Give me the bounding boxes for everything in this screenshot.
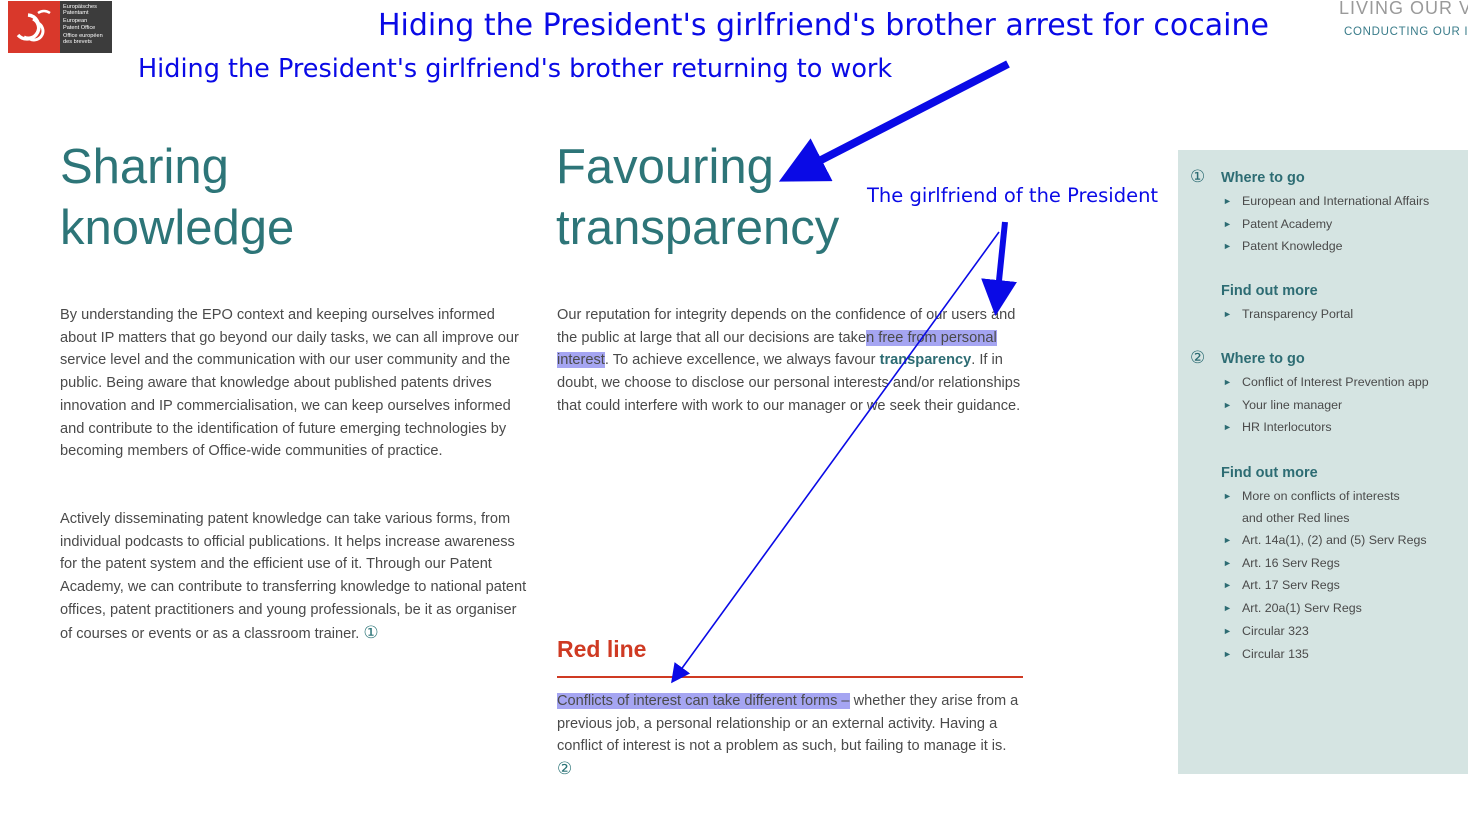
arrow-to-favouring — [778, 60, 1010, 182]
arrow-to-conflicts-of-interest — [671, 231, 1000, 684]
annotation-arrows — [671, 60, 1017, 684]
